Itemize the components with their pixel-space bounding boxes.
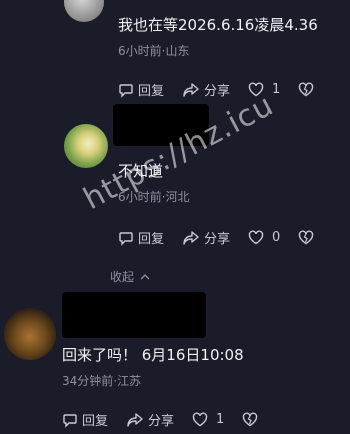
reply-icon [63,413,77,428]
reply-icon [119,231,133,246]
like-count: 1 [272,82,281,97]
redacted-username [62,292,206,338]
share-label: 分享 [204,232,231,247]
comment-actions: 回复 分享 1 [118,80,336,99]
like-count: 1 [216,412,225,427]
reply-label: 回复 [138,232,165,247]
share-label: 分享 [204,84,231,99]
comment-meta: 6小时前·山东 [118,44,190,58]
reply-button[interactable]: 回复 [62,410,108,429]
dislike-button[interactable] [242,412,262,427]
broken-heart-icon [299,82,314,97]
dislike-button[interactable] [298,82,318,97]
chevron-up-icon [140,274,150,280]
reply-button[interactable]: 回复 [118,228,164,247]
reply-button[interactable]: 回复 [118,80,164,99]
share-icon [183,230,199,245]
reply-label: 回复 [82,414,109,429]
collapse-replies-button[interactable]: 收起 [110,268,150,285]
heart-icon [248,230,264,245]
share-icon [127,412,143,427]
avatar[interactable] [64,0,104,22]
share-button[interactable]: 分享 [182,228,230,247]
broken-heart-icon [243,412,258,427]
heart-icon [192,412,208,427]
avatar[interactable] [4,308,56,360]
like-button[interactable]: 1 [192,412,224,427]
comment-actions: 回复 分享 0 [118,228,336,247]
comment-text: 回来了吗！ 6月16日10:08 [62,346,244,364]
like-count: 0 [272,230,281,245]
comment-actions: 回复 分享 1 [62,410,280,429]
reply-label: 回复 [138,84,165,99]
collapse-label: 收起 [110,270,135,284]
share-button[interactable]: 分享 [126,410,174,429]
comment-text: 我也在等2026.6.16凌晨4.36 [118,16,318,34]
broken-heart-icon [299,230,314,245]
dislike-button[interactable] [298,230,318,245]
share-label: 分享 [148,414,175,429]
share-button[interactable]: 分享 [182,80,230,99]
share-icon [183,82,199,97]
comment-meta: 34分钟前·江苏 [62,374,142,388]
like-button[interactable]: 0 [248,230,280,245]
avatar[interactable] [64,124,108,168]
reply-icon [119,83,133,98]
